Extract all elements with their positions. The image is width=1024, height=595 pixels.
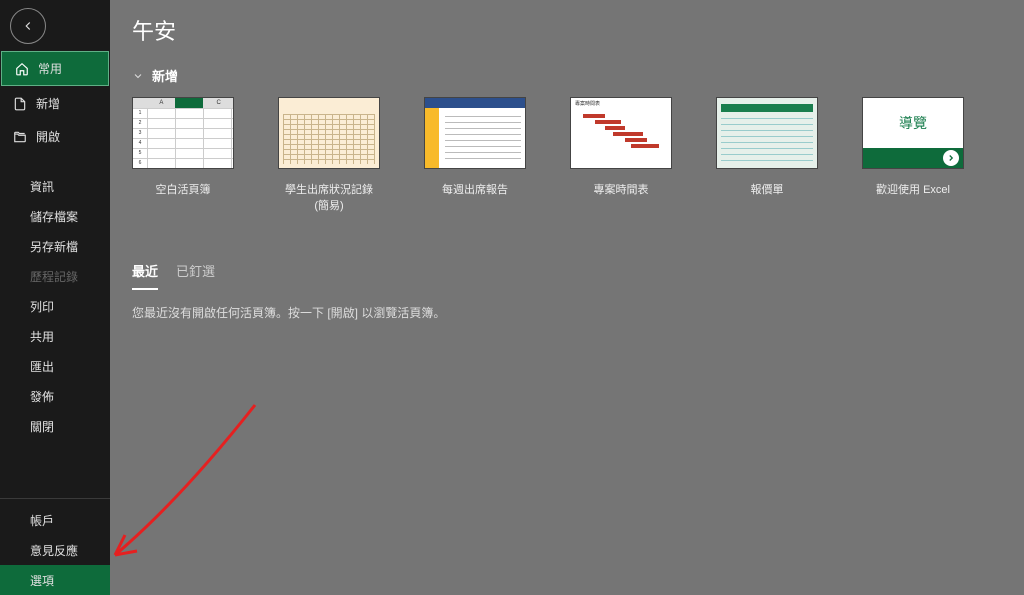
template-thumbnail xyxy=(278,97,380,169)
template-label: 專案時間表 xyxy=(570,181,672,197)
sidebar-item-print[interactable]: 列印 xyxy=(0,291,110,321)
documents-tabs: 最近 已釘選 xyxy=(132,261,1002,290)
folder-open-icon xyxy=(12,130,28,144)
sidebar-item-history: 歷程記錄 xyxy=(0,261,110,291)
sidebar-item-close[interactable]: 關閉 xyxy=(0,411,110,441)
main-panel: 午安 新增 ABC 123456 空白活頁簿 學生出席狀況記錄 (簡易) xyxy=(110,0,1024,595)
file-icon xyxy=(12,97,28,111)
template-gallery: ABC 123456 空白活頁簿 學生出席狀況記錄 (簡易) 每週出席報告 xyxy=(132,97,1002,213)
greeting-heading: 午安 xyxy=(132,14,1002,46)
template-label: 空白活頁簿 xyxy=(132,181,234,197)
sidebar-item-share[interactable]: 共用 xyxy=(0,321,110,351)
sidebar-item-options[interactable]: 選項 xyxy=(0,565,110,595)
sidebar-item-export[interactable]: 匯出 xyxy=(0,351,110,381)
template-thumbnail xyxy=(424,97,526,169)
template-quote[interactable]: 報價單 xyxy=(716,97,818,213)
sidebar-item-info[interactable]: 資訊 xyxy=(0,171,110,201)
tab-recent[interactable]: 最近 xyxy=(132,261,158,290)
template-label: 歡迎使用 Excel xyxy=(862,181,964,197)
chevron-down-icon xyxy=(132,70,144,82)
template-label: 報價單 xyxy=(716,181,818,197)
backstage-sidebar: 常用 新增 開啟 資訊 儲存檔案 另存新檔 歷程記錄 列印 共用 匯出 發佈 關… xyxy=(0,0,110,595)
template-welcome-tour[interactable]: 導覽 歡迎使用 Excel xyxy=(862,97,964,213)
sidebar-item-save[interactable]: 儲存檔案 xyxy=(0,201,110,231)
template-label: 每週出席報告 xyxy=(424,181,526,197)
sidebar-item-label: 常用 xyxy=(38,60,62,77)
sidebar-secondary-nav: 資訊 儲存檔案 另存新檔 歷程記錄 列印 共用 匯出 發佈 關閉 xyxy=(0,171,110,441)
sidebar-item-label: 新增 xyxy=(36,95,60,112)
recent-empty-message: 您最近沒有開啟任何活頁簿。按一下 [開啟] 以瀏覽活頁簿。 xyxy=(132,304,1002,321)
template-label: 學生出席狀況記錄 (簡易) xyxy=(278,181,380,213)
template-weekly-attendance[interactable]: 每週出席報告 xyxy=(424,97,526,213)
new-section-header[interactable]: 新增 xyxy=(132,66,1002,85)
back-button[interactable] xyxy=(10,8,46,44)
template-thumbnail: 導覽 xyxy=(862,97,964,169)
template-project-timeline[interactable]: 專案時間表 專案時間表 xyxy=(570,97,672,213)
template-attendance[interactable]: 學生出席狀況記錄 (簡易) xyxy=(278,97,380,213)
sidebar-bottom-nav: 帳戶 意見反應 選項 xyxy=(0,498,110,595)
sidebar-item-home[interactable]: 常用 xyxy=(1,51,109,86)
sidebar-primary-nav: 常用 新增 開啟 xyxy=(0,50,110,153)
sidebar-item-label: 開啟 xyxy=(36,128,60,145)
arrow-right-icon xyxy=(943,150,959,166)
tab-pinned[interactable]: 已釘選 xyxy=(176,261,215,290)
sidebar-item-save-as[interactable]: 另存新檔 xyxy=(0,231,110,261)
arrow-left-icon xyxy=(21,19,35,33)
sidebar-item-new[interactable]: 新增 xyxy=(0,87,110,120)
sidebar-item-feedback[interactable]: 意見反應 xyxy=(0,535,110,565)
template-thumbnail: 專案時間表 xyxy=(570,97,672,169)
sidebar-item-open[interactable]: 開啟 xyxy=(0,120,110,153)
template-blank-workbook[interactable]: ABC 123456 空白活頁簿 xyxy=(132,97,234,213)
sidebar-item-account[interactable]: 帳戶 xyxy=(0,505,110,535)
template-thumbnail xyxy=(716,97,818,169)
sidebar-item-publish[interactable]: 發佈 xyxy=(0,381,110,411)
home-icon xyxy=(14,62,30,76)
section-label: 新增 xyxy=(152,66,178,85)
template-thumbnail: ABC 123456 xyxy=(132,97,234,169)
